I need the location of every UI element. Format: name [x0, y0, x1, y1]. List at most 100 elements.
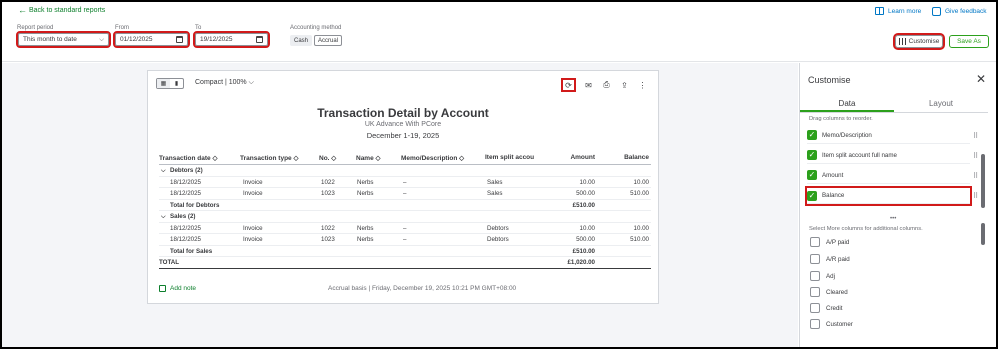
column-item-balance[interactable]: ✓ Balance	[805, 186, 972, 206]
back-to-reports-link[interactable]: ← Back to standard reports	[18, 6, 105, 15]
compact-zoom-select[interactable]: Compact | 100% ⌵	[195, 79, 254, 87]
report-period-select[interactable]: This month to date ⌵	[16, 31, 111, 48]
feedback-icon	[932, 7, 941, 16]
cell-type[interactable]: Invoice	[243, 179, 263, 186]
group-row-sales[interactable]: ⌵ Sales (2)	[159, 211, 651, 223]
total-row-sales: Total for Sales £510.00	[159, 246, 651, 257]
more-column-ap-paid[interactable]: A/P paid	[810, 235, 849, 249]
add-note-link[interactable]: Add note	[159, 285, 196, 292]
table-header: Transaction date ◇ Transaction type ◇ No…	[159, 151, 651, 165]
save-as-button[interactable]: Save As	[949, 35, 989, 48]
more-column-adj[interactable]: Adj	[810, 269, 835, 283]
sort-icon: ◇	[331, 155, 337, 162]
tab-data[interactable]: Data	[800, 97, 894, 112]
column-item-amount[interactable]: ✓ Amount	[807, 167, 970, 184]
cell-type[interactable]: Invoice	[243, 236, 263, 243]
tab-layout[interactable]: Layout	[894, 97, 988, 112]
give-feedback-link[interactable]: Give feedback	[932, 7, 987, 16]
cell-date: 18/12/2025	[170, 190, 201, 197]
drag-handle-icon[interactable]: ⠿	[973, 152, 978, 160]
method-accrual-option[interactable]: Accrual	[314, 35, 343, 46]
more-column-ar-paid[interactable]: A/R paid	[810, 252, 850, 266]
table-row[interactable]: 18/12/2025 Invoice 1023 Nerbs – Sales 50…	[159, 188, 651, 200]
cell-balance: 10.00	[633, 178, 649, 186]
checkbox-checked[interactable]: ✓	[807, 170, 817, 180]
column-item-label: Memo/Description	[822, 131, 872, 139]
report-toolbar: ⟳ ✉ ⎙ ⇪ ⋮	[561, 78, 648, 92]
column-header-type[interactable]: Transaction type ◇	[240, 154, 298, 162]
drag-handle-icon[interactable]: ⠿	[973, 192, 978, 200]
column-header-amount[interactable]: Amount	[555, 154, 595, 161]
total-amount: £510.00	[572, 247, 595, 255]
more-column-cleared[interactable]: Cleared	[810, 285, 848, 299]
learn-more-label: Learn more	[888, 7, 922, 15]
column-header-name[interactable]: Name ◇	[356, 154, 381, 162]
checkbox-unchecked[interactable]	[810, 287, 820, 297]
from-date-value: 01/12/2025	[120, 36, 153, 43]
grand-total-amount: £1,020.00	[567, 259, 595, 266]
more-column-customer[interactable]: Customer	[810, 317, 853, 331]
checkbox-unchecked[interactable]	[810, 271, 820, 281]
checkbox-unchecked[interactable]	[810, 254, 820, 264]
column-item-memo[interactable]: ✓ Memo/Description	[807, 127, 970, 144]
to-date-value: 19/12/2025	[200, 36, 233, 43]
from-date-input[interactable]: 01/12/2025	[113, 31, 190, 48]
cell-memo: –	[403, 236, 407, 243]
column-item-label: Balance	[822, 192, 845, 199]
customise-button[interactable]: Customise	[893, 33, 945, 50]
accounting-method-toggle: Cash Accrual	[290, 35, 343, 46]
column-header-date[interactable]: Transaction date ◇	[159, 154, 217, 162]
cell-amount: 10.00	[579, 178, 595, 186]
column-header-no[interactable]: No. ◇	[319, 154, 336, 162]
column-item-split[interactable]: ✓ Item split account full name	[807, 147, 970, 164]
to-date-input[interactable]: 19/12/2025	[193, 31, 270, 48]
add-note-label: Add note	[170, 285, 197, 292]
table-row[interactable]: 18/12/2025 Invoice 1023 Nerbs – Debtors …	[159, 234, 651, 246]
method-cash-option[interactable]: Cash	[290, 35, 313, 46]
column-header-split[interactable]: Item split accou	[485, 154, 534, 161]
checkbox-unchecked[interactable]	[810, 303, 820, 313]
print-icon[interactable]: ⎙	[601, 80, 612, 91]
checkbox-unchecked[interactable]	[810, 237, 820, 247]
table-view-icon[interactable]: ▦	[157, 79, 170, 88]
learn-more-link[interactable]: Learn more	[875, 7, 921, 15]
checkbox-checked[interactable]: ✓	[807, 130, 817, 140]
drag-handle-icon[interactable]: ⠿	[973, 132, 978, 140]
export-icon[interactable]: ⇪	[619, 80, 630, 91]
scrollbar-selected[interactable]	[981, 154, 985, 208]
checkbox-unchecked[interactable]	[810, 319, 820, 329]
table-row[interactable]: 18/12/2025 Invoice 1022 Nerbs – Debtors …	[159, 223, 651, 234]
to-label: To	[195, 25, 202, 31]
cell-split: Debtors	[487, 224, 509, 232]
calendar-icon[interactable]	[176, 36, 183, 43]
checkbox-checked[interactable]: ✓	[807, 150, 817, 160]
table-row[interactable]: 18/12/2025 Invoice 1022 Nerbs – Sales 10…	[159, 177, 651, 188]
total-amount: £510.00	[572, 201, 595, 209]
collapse-chevron-icon[interactable]: ⌵	[161, 167, 166, 175]
email-icon[interactable]: ✉	[583, 80, 594, 91]
cell-amount: 500.00	[576, 190, 595, 197]
scrollbar-more[interactable]	[981, 223, 985, 245]
resize-handle-icon[interactable]: •••	[890, 216, 896, 222]
collapse-chevron-icon[interactable]: ⌵	[161, 213, 166, 221]
cell-name: Nerbs	[357, 236, 374, 243]
column-header-balance[interactable]: Balance	[609, 154, 649, 161]
cell-type[interactable]: Invoice	[243, 225, 263, 232]
view-toggle[interactable]: ▦ ▮	[156, 78, 184, 89]
calendar-icon[interactable]	[256, 36, 263, 43]
sliders-icon	[898, 38, 906, 45]
refresh-icon[interactable]: ⟳	[561, 78, 576, 92]
cell-split: Debtors	[487, 236, 509, 243]
cell-type[interactable]: Invoice	[243, 190, 263, 197]
drag-handle-icon[interactable]: ⠿	[973, 172, 978, 180]
book-icon	[875, 7, 884, 15]
close-icon[interactable]: ✕	[976, 72, 986, 86]
cell-name: Nerbs	[357, 190, 374, 197]
cell-memo: –	[403, 224, 407, 232]
checkbox-checked[interactable]: ✓	[807, 190, 817, 201]
column-header-memo[interactable]: Memo/Description ◇	[401, 154, 464, 162]
more-column-credit[interactable]: Credit	[810, 301, 843, 315]
chart-view-icon[interactable]: ▮	[170, 79, 183, 88]
group-row-debtors[interactable]: ⌵ Debtors (2)	[159, 165, 651, 177]
more-options-icon[interactable]: ⋮	[637, 80, 648, 91]
